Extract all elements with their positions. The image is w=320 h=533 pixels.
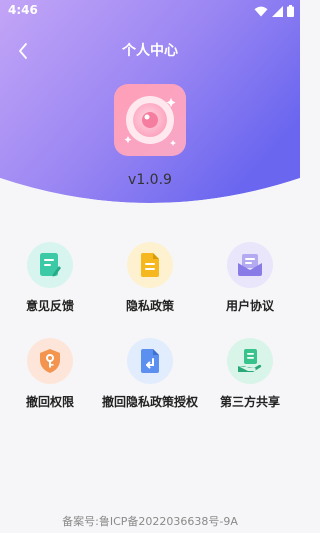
wifi-icon xyxy=(254,6,268,16)
status-time: 4:46 xyxy=(8,3,38,17)
page-title: 个人中心 xyxy=(122,43,178,59)
status-bar: 4:46 xyxy=(0,0,300,22)
menu-item-label: 隐私政策 xyxy=(125,299,174,313)
menu-item-label: 撤回权限 xyxy=(25,395,74,409)
menu-item-third-party-sharing[interactable]: 第三方共享 xyxy=(200,338,300,414)
menu-item-feedback[interactable]: 意见反馈 xyxy=(0,242,100,318)
revoke-permission-icon xyxy=(27,338,73,384)
menu-item-user-agreement[interactable]: 用户协议 xyxy=(200,242,300,318)
third-party-share-icon xyxy=(227,338,273,384)
menu-item-label: 撤回隐私政策授权 xyxy=(101,395,198,409)
menu-item-revoke-permission[interactable]: 撤回权限 xyxy=(0,338,100,414)
revoke-privacy-icon xyxy=(127,338,173,384)
menu-item-label: 意见反馈 xyxy=(25,299,74,313)
app-version: v1.0.9 xyxy=(128,172,172,188)
feedback-icon xyxy=(27,242,73,288)
user-agreement-icon xyxy=(227,242,273,288)
signal-icon xyxy=(272,5,283,17)
status-icons xyxy=(254,4,294,18)
menu-item-label: 第三方共享 xyxy=(219,395,280,409)
icp-record: 备案号:鲁ICP备2022036638号-9A xyxy=(62,515,238,528)
app-logo-icon xyxy=(114,84,186,156)
menu-item-label: 用户协议 xyxy=(225,299,274,313)
header: 4:46 个人中心 v1.0.9 xyxy=(0,0,300,215)
menu-item-revoke-privacy-authorization[interactable]: 撤回隐私政策授权 xyxy=(100,338,200,414)
menu-item-privacy-policy[interactable]: 隐私政策 xyxy=(100,242,200,318)
battery-icon xyxy=(287,5,294,17)
privacy-document-icon xyxy=(127,242,173,288)
